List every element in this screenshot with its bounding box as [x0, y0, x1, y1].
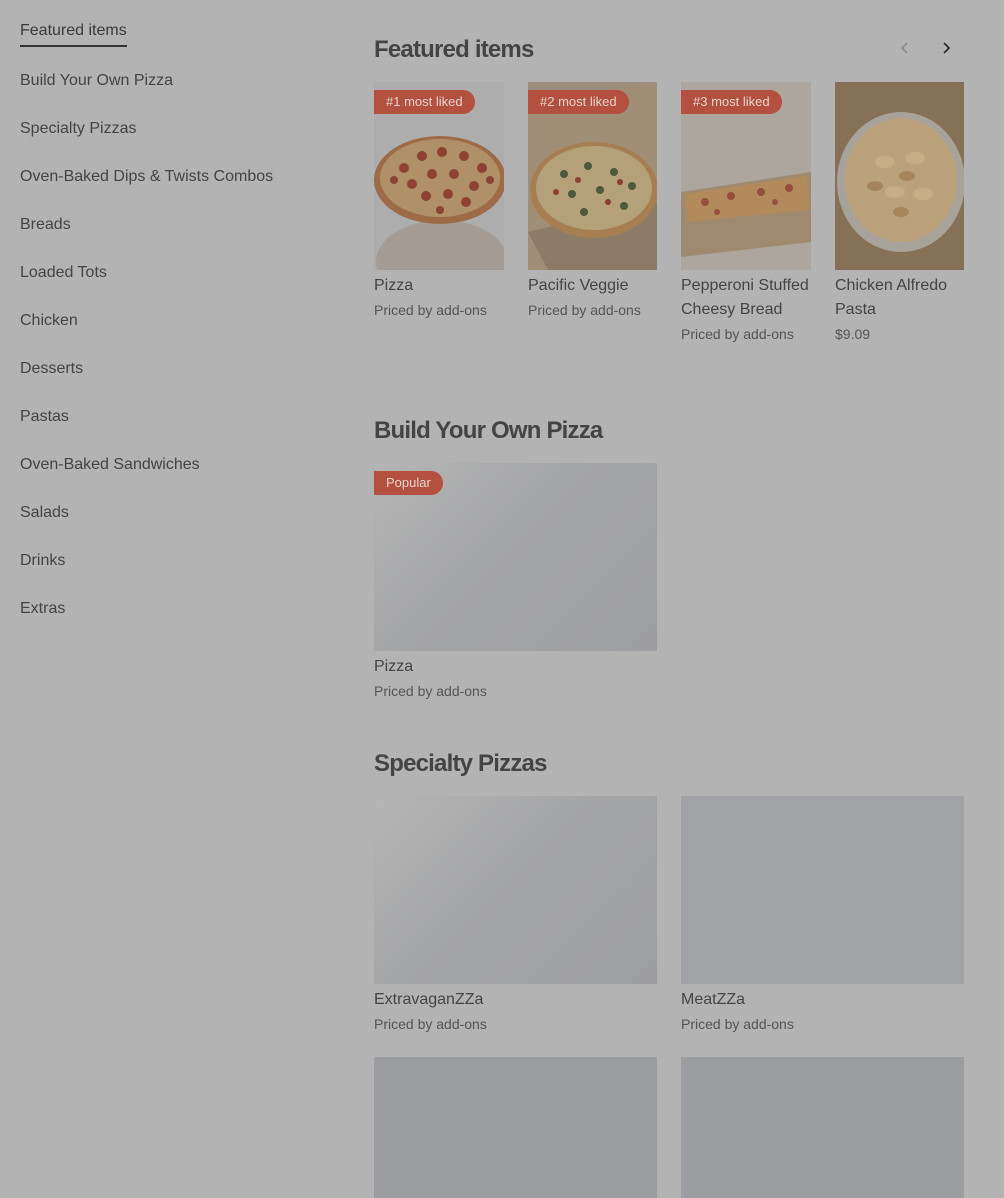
sidebar-item-desserts[interactable]: Desserts	[20, 360, 83, 378]
badge-most-liked: #1 most liked	[374, 90, 475, 114]
item-price: Priced by add-ons	[374, 1016, 487, 1032]
featured-card-chicken-alfredo-pasta[interactable]: Chicken Alfredo Pasta $9.09	[835, 82, 964, 344]
item-name: Pacific Veggie	[528, 277, 629, 294]
product-image-placeholder	[681, 796, 964, 984]
chevron-left-icon	[900, 42, 908, 54]
section-title-build-your-own: Build Your Own Pizza	[374, 417, 603, 444]
product-image-placeholder	[374, 1057, 657, 1198]
item-price: $9.09	[835, 326, 871, 342]
item-name: Pepperoni Stuffed Cheesy Bread	[681, 277, 809, 318]
product-image	[835, 82, 964, 270]
section-title-featured: Featured items	[374, 36, 534, 63]
sidebar-item-breads[interactable]: Breads	[20, 216, 71, 234]
badge-most-liked: #3 most liked	[681, 90, 782, 114]
sidebar-item-oven-baked-sandwiches[interactable]: Oven-Baked Sandwiches	[20, 456, 200, 474]
sidebar-item-drinks[interactable]: Drinks	[20, 552, 65, 570]
sidebar-item-dips-twists-combos[interactable]: Oven-Baked Dips & Twists Combos	[20, 168, 273, 186]
sidebar-item-extras[interactable]: Extras	[20, 600, 65, 618]
build-your-own-card-pizza[interactable]: Popular Pizza Priced by add-ons	[374, 463, 657, 701]
sidebar-item-pastas[interactable]: Pastas	[20, 408, 69, 426]
badge-popular: Popular	[374, 471, 443, 495]
chevron-right-icon	[943, 42, 951, 54]
sidebar-item-featured-items[interactable]: Featured items	[20, 22, 127, 47]
item-name: ExtravaganZZa	[374, 991, 484, 1008]
item-price: Priced by add-ons	[374, 302, 487, 318]
specialty-card[interactable]	[374, 1057, 657, 1198]
sidebar-item-specialty-pizzas[interactable]: Specialty Pizzas	[20, 120, 137, 138]
sidebar-item-loaded-tots[interactable]: Loaded Tots	[20, 264, 107, 282]
featured-card-stuffed-cheesy-bread[interactable]: #3 most liked Pepperoni Stuffed Cheesy B…	[681, 82, 811, 344]
sidebar-item-build-your-own-pizza[interactable]: Build Your Own Pizza	[20, 72, 173, 90]
sidebar-item-salads[interactable]: Salads	[20, 504, 69, 522]
product-image-placeholder	[681, 1057, 964, 1198]
sidebar-item-chicken[interactable]: Chicken	[20, 312, 78, 330]
item-price: Priced by add-ons	[374, 683, 487, 699]
product-image: #3 most liked	[681, 82, 811, 270]
item-name: Chicken Alfredo Pasta	[835, 277, 948, 318]
item-name: MeatZZa	[681, 991, 746, 1008]
section-title-specialty: Specialty Pizzas	[374, 750, 547, 777]
product-image-placeholder	[374, 796, 657, 984]
item-name: Pizza	[374, 277, 414, 294]
carousel-next-button[interactable]	[934, 36, 958, 60]
product-image-placeholder: Popular	[374, 463, 657, 651]
item-price: Priced by add-ons	[681, 326, 794, 342]
featured-card-pizza[interactable]: #1 most liked Pizza Priced by add-ons	[374, 82, 504, 320]
product-image: #1 most liked	[374, 82, 504, 270]
item-price: Priced by add-ons	[528, 302, 641, 318]
item-price: Priced by add-ons	[681, 1016, 794, 1032]
item-name: Pizza	[374, 658, 414, 675]
specialty-card-meatzza[interactable]: MeatZZa Priced by add-ons	[681, 796, 964, 1034]
product-image: #2 most liked	[528, 82, 657, 270]
featured-card-pacific-veggie[interactable]: #2 most liked Pacific Veggie Priced by a…	[528, 82, 657, 320]
pasta-tray-image	[835, 82, 964, 270]
carousel-prev-button[interactable]	[893, 36, 917, 60]
badge-most-liked: #2 most liked	[528, 90, 629, 114]
specialty-card[interactable]	[681, 1057, 964, 1198]
specialty-card-extravaganzza[interactable]: ExtravaganZZa Priced by add-ons	[374, 796, 657, 1034]
